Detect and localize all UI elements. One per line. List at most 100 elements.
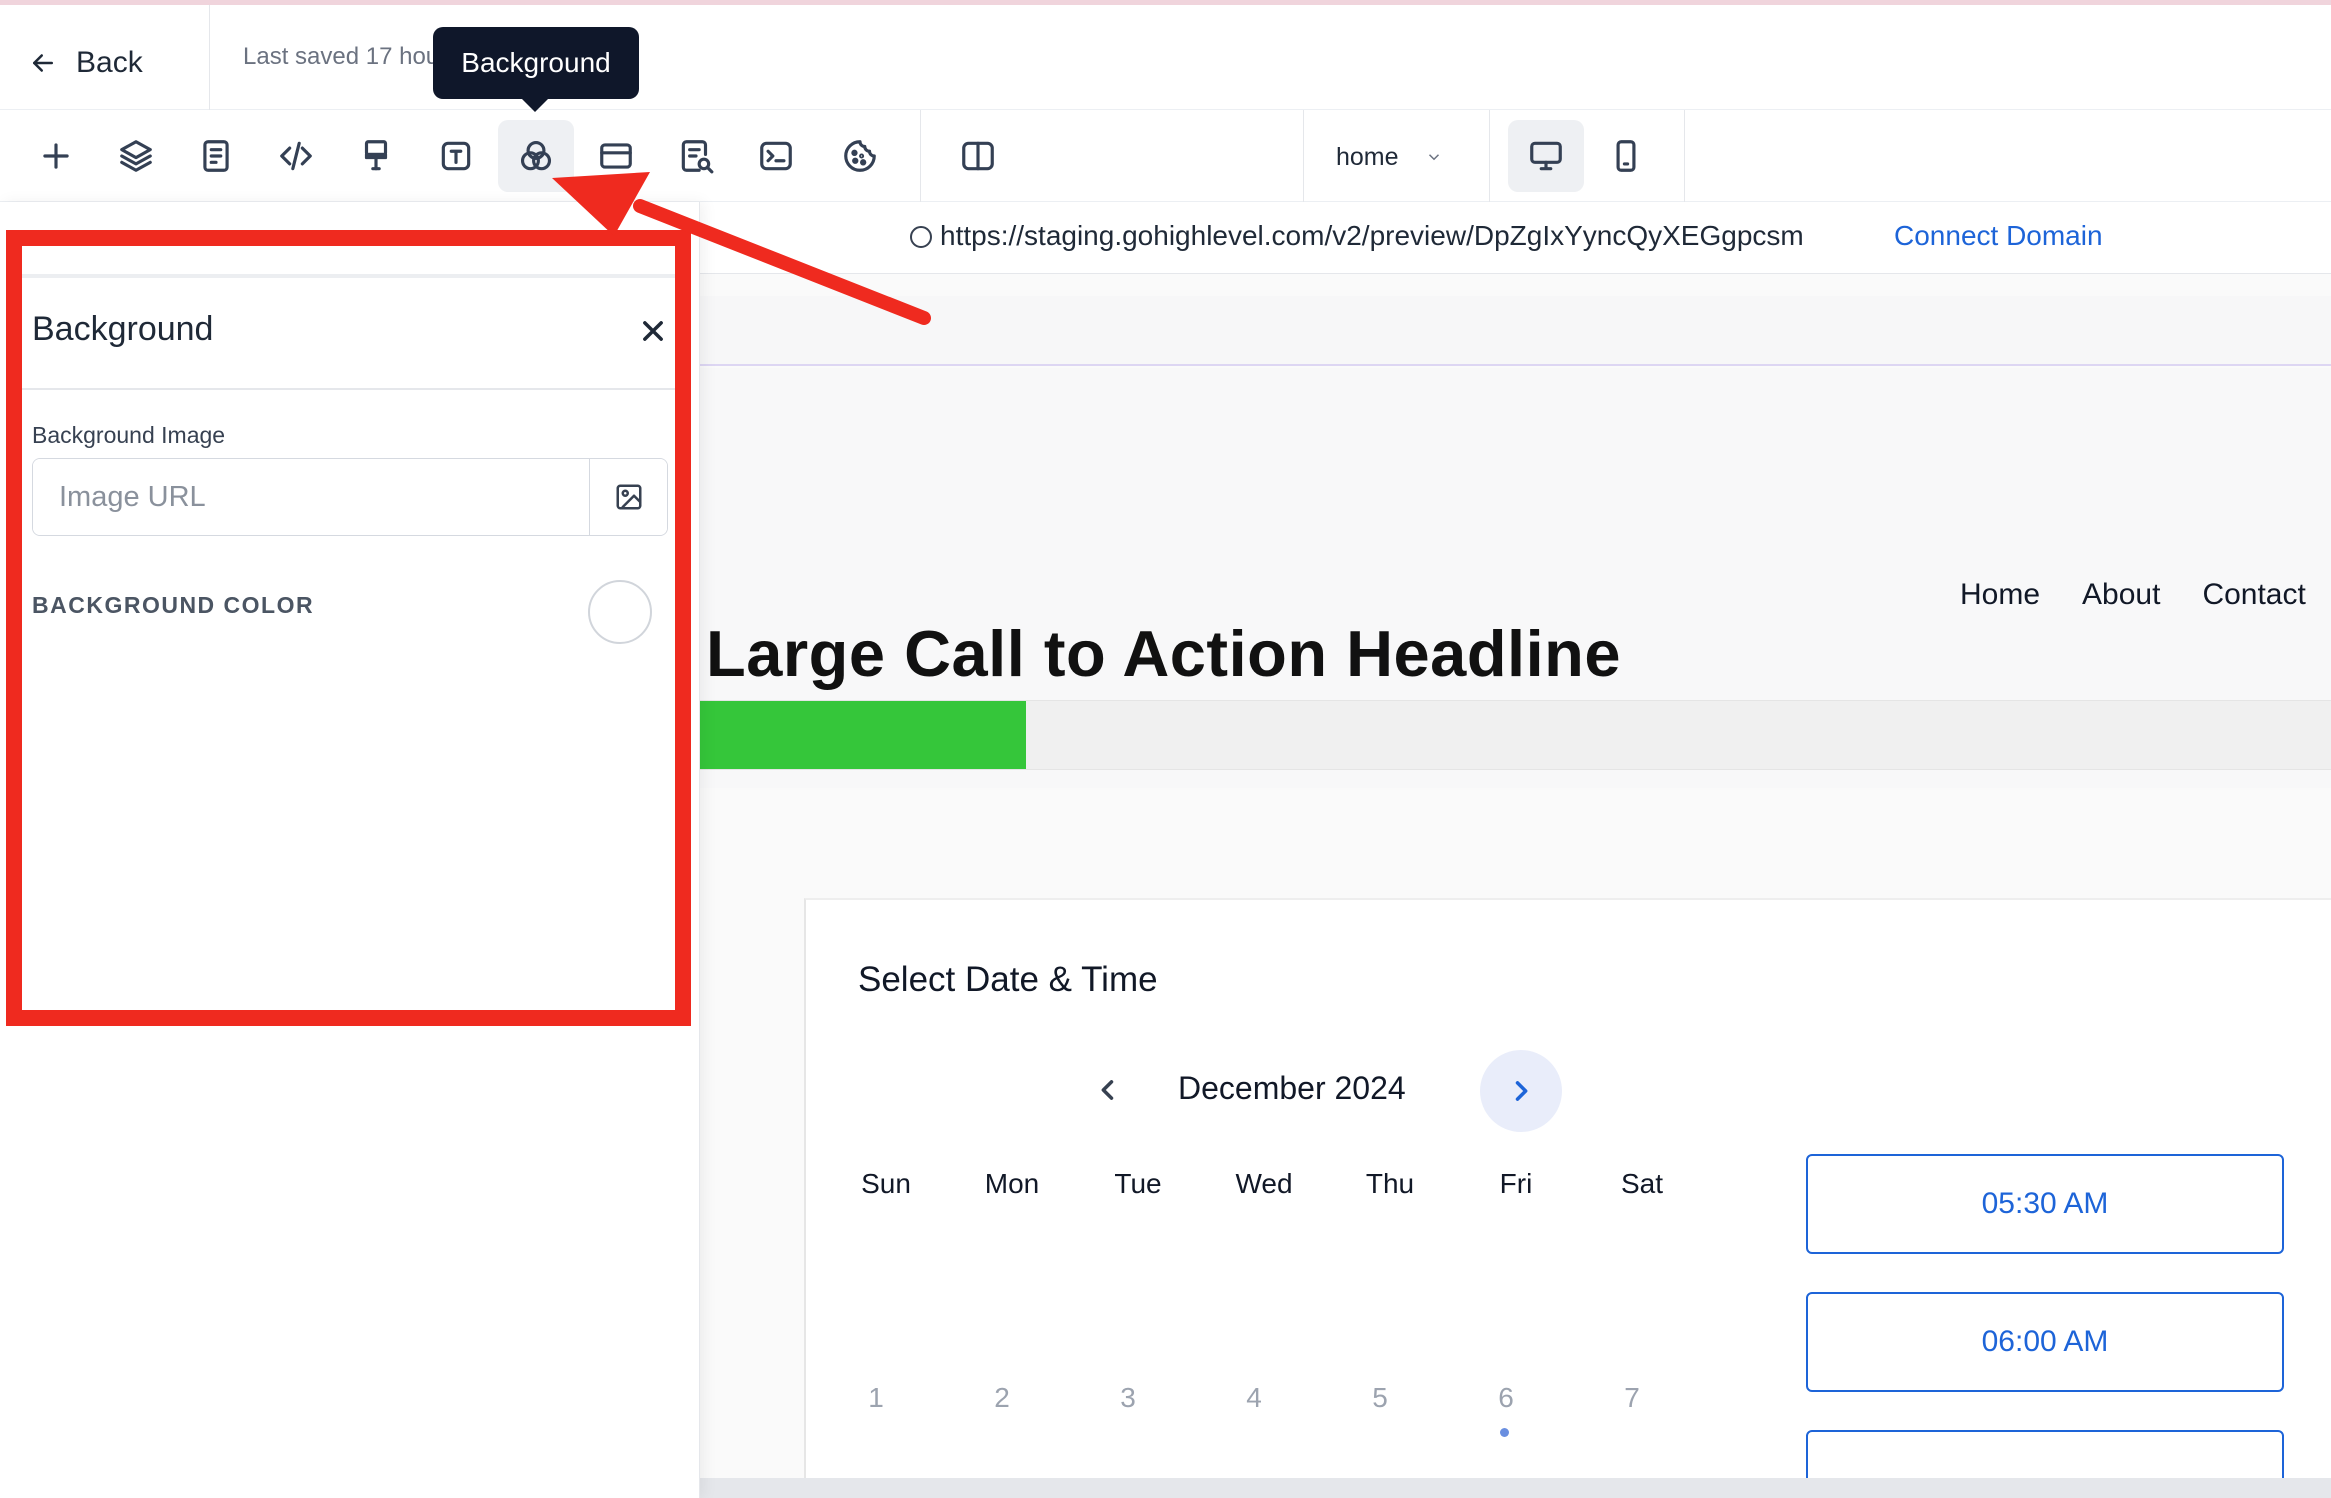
background-panel: Background Background Image BACKGROUND C… xyxy=(14,274,686,1014)
section-icon xyxy=(600,143,632,169)
image-url-input[interactable] xyxy=(33,459,589,535)
styles-button[interactable] xyxy=(338,120,414,192)
split-view-icon xyxy=(962,141,994,171)
cookie-consent-button[interactable] xyxy=(822,120,898,192)
nav-link-contact[interactable]: Contact xyxy=(2202,578,2305,612)
add-element-button[interactable] xyxy=(18,120,94,192)
today-indicator-dot xyxy=(1500,1428,1509,1437)
preview-url-bar: https://staging.gohighlevel.com/v2/previ… xyxy=(700,202,2331,274)
image-picker-button[interactable] xyxy=(589,459,667,535)
progress-bar-fill xyxy=(700,701,1027,769)
nav-link-about[interactable]: About xyxy=(2082,578,2160,612)
terminal-icon xyxy=(760,141,792,171)
desktop-view-button[interactable] xyxy=(1508,120,1584,192)
custom-code-button[interactable] xyxy=(258,120,334,192)
calendar-date-today[interactable]: 6 xyxy=(1446,1382,1566,1442)
weekday-label: Fri xyxy=(1499,1168,1533,1199)
toolbar-divider xyxy=(1684,110,1685,202)
back-button[interactable]: Back xyxy=(28,35,143,91)
page-seo-button[interactable] xyxy=(658,120,734,192)
panel-title: Background xyxy=(32,310,214,348)
split-view-button[interactable] xyxy=(940,120,1016,192)
calendar-date: 6 xyxy=(1498,1382,1514,1413)
calendar-widget: Select Date & Time December 2024 Sun Mon… xyxy=(804,898,2331,1478)
calendar-date[interactable]: 7 xyxy=(1572,1382,1692,1414)
background-color-swatch[interactable] xyxy=(588,580,652,644)
page-selector[interactable]: home xyxy=(1336,134,1443,180)
canvas-top-band xyxy=(700,296,2331,366)
image-icon xyxy=(616,484,641,510)
layers-icon xyxy=(120,140,152,172)
calendar-month-label: December 2024 xyxy=(1178,1070,1406,1106)
chevron-down-icon xyxy=(1428,154,1439,161)
pages-button[interactable] xyxy=(178,120,254,192)
calendar-date[interactable]: 3 xyxy=(1068,1382,1188,1414)
time-slot-button[interactable]: 06:00 AM xyxy=(1806,1292,2284,1392)
mobile-icon xyxy=(1616,140,1636,172)
background-tooltip: Background xyxy=(433,27,639,99)
background-color-label: BACKGROUND COLOR xyxy=(32,592,315,618)
calendar-title: Select Date & Time xyxy=(858,960,1158,999)
close-icon xyxy=(643,321,663,341)
url-status-icon xyxy=(910,226,932,248)
chevron-right-icon xyxy=(1515,1081,1528,1101)
weekday-label: Thu xyxy=(1365,1168,1415,1199)
calendar-weekday-row: Sun Mon Tue Wed Thu Fri Sat xyxy=(826,1168,1726,1208)
calendar-date[interactable]: 5 xyxy=(1320,1382,1440,1414)
preview-url[interactable]: https://staging.gohighlevel.com/v2/previ… xyxy=(940,220,1804,252)
toolbar-divider xyxy=(1303,110,1304,202)
weekday-label: Sat xyxy=(1620,1168,1664,1199)
panel-top-bar xyxy=(14,274,686,278)
plus-icon xyxy=(43,143,69,169)
background-image-field xyxy=(32,458,668,536)
cookie-icon xyxy=(844,140,876,172)
text-icon xyxy=(441,141,471,171)
calendar-date[interactable]: 1 xyxy=(816,1382,936,1414)
time-slot-button[interactable] xyxy=(1806,1430,2284,1478)
panel-separator xyxy=(14,388,686,390)
back-label: Back xyxy=(76,46,143,79)
tracking-code-button[interactable] xyxy=(738,120,814,192)
typography-button[interactable] xyxy=(418,120,494,192)
background-image-label: Background Image xyxy=(32,422,226,448)
editor-header: Back Last saved 17 hours ago xyxy=(0,5,2331,110)
connect-domain-link[interactable]: Connect Domain xyxy=(1894,220,2103,252)
background-button[interactable] xyxy=(498,120,574,192)
weekday-label: Sun xyxy=(861,1168,911,1199)
canvas-bottom-scrollbar[interactable] xyxy=(700,1478,2331,1498)
editor-toolbar: home xyxy=(0,110,2331,202)
chevron-left-icon xyxy=(1101,1080,1114,1100)
pages-icon xyxy=(203,140,229,172)
code-icon xyxy=(280,141,312,171)
side-panel: Background Background Image BACKGROUND C… xyxy=(0,202,700,1498)
header-divider xyxy=(209,5,210,110)
page-canvas: Home About Contact Large Call to Action … xyxy=(700,274,2331,1478)
weekday-label: Tue xyxy=(1114,1168,1162,1199)
previous-month-button[interactable] xyxy=(1086,1068,1130,1112)
calendar-date[interactable]: 2 xyxy=(942,1382,1062,1414)
calendar-date[interactable]: 4 xyxy=(1194,1382,1314,1414)
cta-headline[interactable]: Large Call to Action Headline xyxy=(706,616,1621,691)
arrow-left-icon xyxy=(33,54,53,72)
background-icon xyxy=(520,140,552,171)
weekday-label: Wed xyxy=(1235,1168,1293,1199)
time-slot-button[interactable]: 05:30 AM xyxy=(1806,1154,2284,1254)
section-button[interactable] xyxy=(578,120,654,192)
page-seo-icon xyxy=(681,140,714,174)
tooltip-arrow xyxy=(522,99,548,112)
nav-link-home[interactable]: Home xyxy=(1960,578,2040,612)
calendar-month-nav: December 2024 xyxy=(1086,1050,1586,1132)
site-nav: Home About Contact xyxy=(1960,578,2306,612)
progress-bar[interactable] xyxy=(700,700,2331,770)
weekday-label: Mon xyxy=(984,1168,1040,1199)
calendar-dates-row: 1 2 3 4 5 6 7 xyxy=(826,1382,1726,1442)
toolbar-divider xyxy=(1489,110,1490,202)
page-selector-value: home xyxy=(1336,142,1399,171)
next-month-button[interactable] xyxy=(1480,1050,1562,1132)
layers-button[interactable] xyxy=(98,120,174,192)
mobile-view-button[interactable] xyxy=(1588,120,1664,192)
paint-brush-icon xyxy=(364,140,388,171)
close-panel-button[interactable] xyxy=(634,312,672,350)
desktop-icon xyxy=(1530,141,1562,171)
page-root: Back Last saved 17 hours ago Background xyxy=(0,0,2331,1498)
